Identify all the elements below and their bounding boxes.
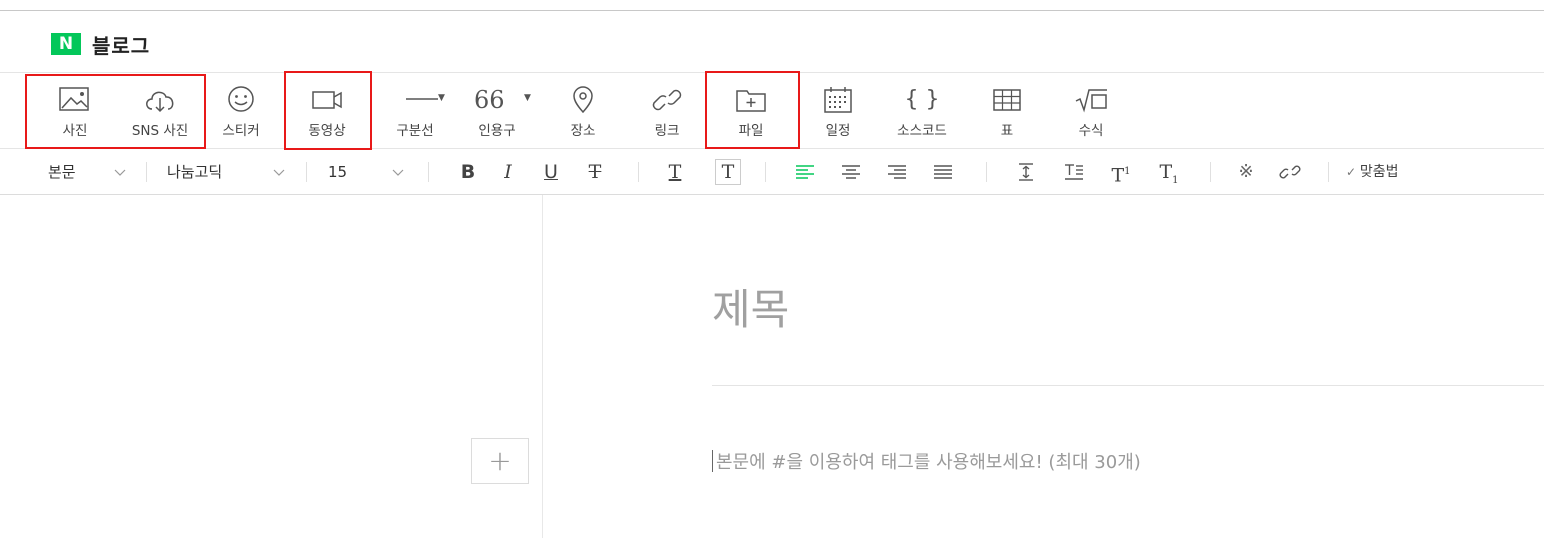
place-label: 장소: [570, 123, 596, 139]
italic-button[interactable]: I: [494, 158, 522, 186]
quote-dropdown-caret[interactable]: ▼: [524, 93, 531, 103]
schedule-button[interactable]: 일정: [803, 73, 873, 149]
link-icon: [649, 85, 685, 115]
formula-label: 수식: [1078, 123, 1104, 139]
title-underline: [712, 385, 1544, 386]
link-icon[interactable]: [1276, 158, 1304, 186]
file-button[interactable]: 파일: [716, 73, 786, 149]
curly-braces-icon: { }: [904, 87, 940, 112]
separator: [428, 162, 429, 182]
sns-photo-button[interactable]: SNS 사진: [118, 73, 202, 149]
link-label: 링크: [654, 123, 680, 139]
cloud-download-icon: [142, 85, 178, 115]
spellcheck-label: 맞춤법: [1359, 164, 1399, 180]
line-height-icon[interactable]: [1012, 158, 1040, 186]
sticker-button[interactable]: 스티커: [206, 73, 276, 149]
font-family-value: 나눔고딕: [167, 163, 223, 181]
paragraph-style-value: 본문: [48, 163, 76, 181]
divider-label: 구분선: [396, 123, 434, 139]
insert-toolbar: 사진 SNS 사진 스티커 동영상 ▼ 구분선 66 ▼ 인용구 장소 링크 파…: [0, 73, 1544, 149]
check-icon: ✓: [1346, 165, 1360, 179]
quote-label: 인용구: [478, 123, 516, 139]
separator: [638, 162, 639, 182]
spellcheck-button[interactable]: ✓ 맞춤법: [1346, 149, 1399, 195]
align-left-icon[interactable]: [791, 158, 819, 186]
photo-label: 사진: [62, 123, 88, 139]
file-label: 파일: [738, 123, 764, 139]
background-color-button[interactable]: T: [715, 159, 741, 185]
square-root-icon: [1073, 85, 1109, 115]
side-panel: [0, 195, 543, 538]
add-component-button[interactable]: +: [471, 438, 529, 484]
text-cursor: [712, 450, 713, 472]
folder-plus-icon: [733, 85, 769, 115]
align-justify-icon[interactable]: [929, 158, 957, 186]
separator: [765, 162, 766, 182]
separator: [1210, 162, 1211, 182]
superscript-icon[interactable]: T1: [1104, 158, 1138, 186]
underline-button[interactable]: U: [537, 158, 565, 186]
app-title[interactable]: 블로그: [92, 30, 150, 59]
link-button[interactable]: 링크: [632, 73, 702, 149]
sticker-label: 스티커: [222, 123, 260, 139]
separator: [1328, 162, 1329, 182]
table-grid-icon: [989, 85, 1025, 115]
separator: [306, 162, 307, 182]
place-button[interactable]: 장소: [548, 73, 618, 149]
source-code-label: 소스코드: [897, 123, 947, 139]
video-camera-icon: [309, 85, 345, 115]
title-input[interactable]: 제목: [712, 276, 789, 337]
font-family-select[interactable]: 나눔고딕: [167, 149, 297, 195]
font-color-button[interactable]: T: [661, 158, 689, 186]
calendar-icon: [820, 85, 856, 115]
naver-logo[interactable]: N: [51, 33, 81, 55]
strikethrough-button[interactable]: T: [581, 158, 609, 186]
subscript-icon[interactable]: T1: [1152, 158, 1186, 186]
body-input[interactable]: 본문에 #을 이용하여 태그를 사용해보세요! (최대 30개): [716, 448, 1141, 474]
photo-button[interactable]: 사진: [40, 73, 110, 149]
table-button[interactable]: 표: [972, 73, 1042, 149]
sns-photo-label: SNS 사진: [131, 123, 189, 139]
align-right-icon[interactable]: [883, 158, 911, 186]
divider-button[interactable]: ▼ 구분선: [380, 73, 450, 149]
bold-button[interactable]: B: [454, 158, 482, 186]
font-size-value: 15: [328, 163, 348, 181]
separator: [986, 162, 987, 182]
source-code-button[interactable]: { } 소스코드: [884, 73, 960, 149]
format-toolbar: 본문 나눔고딕 15 B I U T T T T1 T1 ※ ✓ 맞춤법: [0, 149, 1544, 195]
video-button[interactable]: 동영상: [289, 73, 365, 149]
chevron-down-icon: [392, 169, 404, 176]
separator: [146, 162, 147, 182]
app-header: N 블로그: [0, 11, 1544, 73]
quote-icon: 66: [474, 86, 505, 114]
divider-dropdown-caret[interactable]: ▼: [438, 93, 445, 103]
chevron-down-icon: [114, 169, 126, 176]
font-size-select[interactable]: 15: [328, 149, 418, 195]
formula-button[interactable]: 수식: [1056, 73, 1126, 149]
horizontal-line-icon: [404, 85, 440, 115]
video-label: 동영상: [308, 123, 346, 139]
quote-button[interactable]: 66 ▼ 인용구: [462, 73, 532, 149]
image-icon: [57, 85, 93, 115]
map-pin-icon: [565, 85, 601, 115]
letter-spacing-icon[interactable]: [1060, 158, 1088, 186]
schedule-label: 일정: [825, 123, 851, 139]
chevron-down-icon: [273, 169, 285, 176]
special-char-button[interactable]: ※: [1232, 158, 1260, 186]
table-label: 표: [1000, 123, 1014, 139]
paragraph-style-select[interactable]: 본문: [48, 149, 138, 195]
align-center-icon[interactable]: [837, 158, 865, 186]
smiley-icon: [223, 85, 259, 115]
